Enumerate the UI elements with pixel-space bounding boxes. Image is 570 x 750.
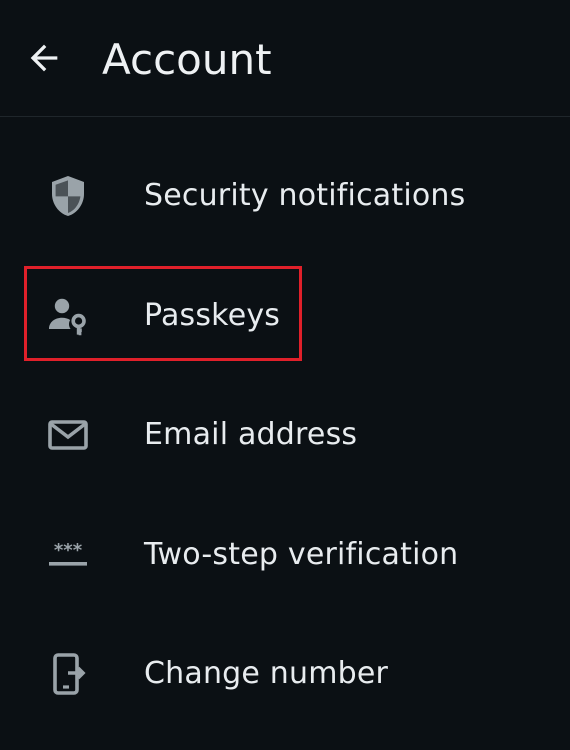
phone-transfer-icon [40,646,96,702]
menu-item-label: Passkeys [144,297,281,333]
menu-item-label: Security notifications [144,178,466,214]
app-bar: Account [0,0,570,117]
menu-item-passkeys[interactable]: Passkeys [0,256,570,376]
menu-item-change-number[interactable]: Change number [0,614,570,734]
menu-item-email-address[interactable]: Email address [0,375,570,495]
arrow-left-icon [30,44,58,72]
menu-item-label: Change number [144,656,389,692]
menu-item-security-notifications[interactable]: Security notifications [0,136,570,256]
account-menu: Security notifications Passkeys Email ad… [0,136,570,734]
page-title: Account [102,35,272,84]
shield-icon [40,168,96,224]
envelope-icon [40,407,96,463]
person-key-icon [40,287,96,343]
menu-item-label: Email address [144,417,358,453]
svg-text:***: *** [54,540,83,561]
back-button[interactable] [16,30,72,86]
menu-item-two-step-verification[interactable]: *** Two-step verification [0,495,570,615]
menu-item-label: Two-step verification [144,536,459,572]
password-asterisks-icon: *** [40,526,96,582]
